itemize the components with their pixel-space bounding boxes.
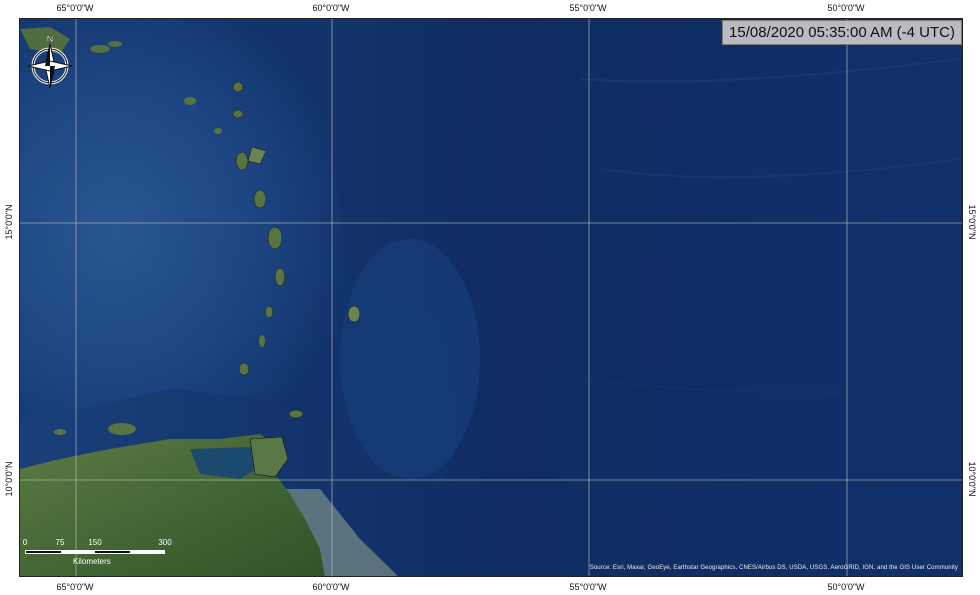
timestamp-label: 15/08/2020 05:35:00 AM (-4 UTC) bbox=[722, 20, 962, 45]
left-label-15n: 15°0'0"N bbox=[4, 204, 14, 240]
map-attribution: Source: Esri, Maxar, GeoEye, Earthstar G… bbox=[589, 565, 958, 571]
left-label-10n: 10°0'0"N bbox=[4, 461, 14, 497]
top-label-65w: 65°0'0"W bbox=[56, 3, 94, 13]
scale-bar: 0 75 150 300 Kilometers bbox=[22, 538, 185, 566]
scale-seg bbox=[60, 551, 95, 553]
right-label-15n: 15°0'0"N bbox=[967, 204, 977, 240]
top-label-60w: 60°0'0"W bbox=[312, 3, 350, 13]
satellite-map[interactable] bbox=[19, 18, 963, 577]
scale-tick-0: 0 bbox=[22, 538, 28, 547]
scale-tick-75: 75 bbox=[55, 538, 65, 547]
right-label-10n: 10°0'0"N bbox=[967, 461, 977, 497]
scale-bar-segments bbox=[25, 550, 165, 554]
bottom-label-55w: 55°0'0"W bbox=[569, 582, 607, 592]
scale-unit: Kilometers bbox=[73, 557, 111, 566]
scale-tick-300: 300 bbox=[158, 538, 172, 547]
bottom-label-60w: 60°0'0"W bbox=[312, 582, 350, 592]
map-frame: 65°0'0"W 60°0'0"W 55°0'0"W 50°0'0"W 65°0… bbox=[0, 0, 980, 595]
scale-tick-150: 150 bbox=[88, 538, 102, 547]
bottom-label-65w: 65°0'0"W bbox=[56, 582, 94, 592]
basemap-imagery bbox=[20, 19, 962, 576]
top-label-55w: 55°0'0"W bbox=[569, 3, 607, 13]
scale-seg bbox=[129, 551, 164, 553]
scale-seg bbox=[26, 551, 61, 553]
north-arrow-icon: N bbox=[27, 34, 73, 89]
top-label-50w: 50°0'0"W bbox=[827, 3, 865, 13]
scale-seg bbox=[95, 551, 130, 553]
scale-tick-labels: 0 75 150 300 bbox=[22, 538, 185, 550]
bottom-label-50w: 50°0'0"W bbox=[827, 582, 865, 592]
north-label: N bbox=[47, 34, 54, 44]
